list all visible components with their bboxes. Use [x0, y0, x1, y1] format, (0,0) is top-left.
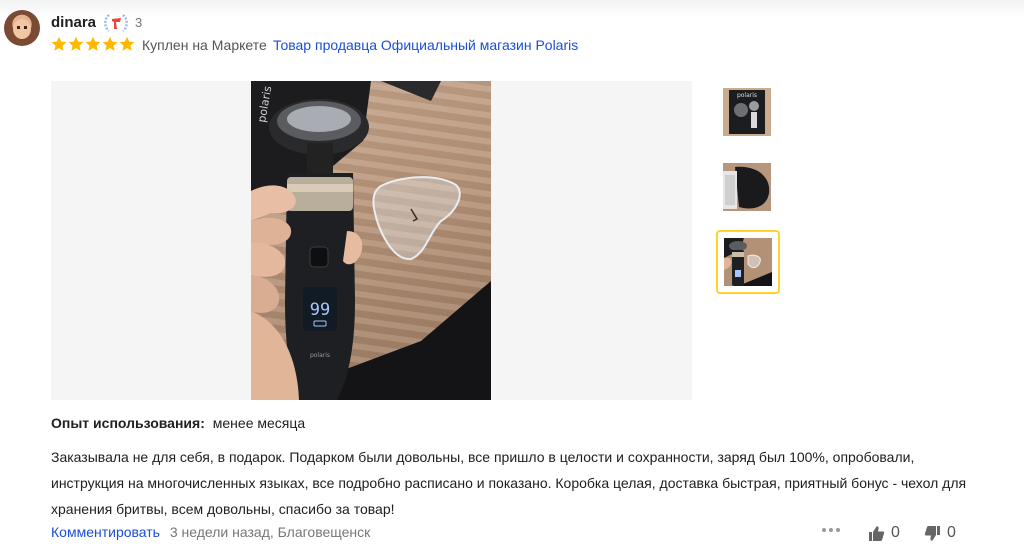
usage-experience: Опыт использования: менее месяца: [51, 415, 305, 431]
like-button[interactable]: 0: [868, 524, 900, 542]
experience-label: Опыт использования:: [51, 415, 205, 431]
dot: [829, 528, 833, 532]
like-count: 0: [891, 524, 900, 541]
review-footer: Комментировать 3 недели назад, Благовеще…: [51, 524, 370, 540]
thumb-box-photo[interactable]: polaris: [723, 88, 771, 136]
thumb-case-drawing: [723, 163, 771, 211]
main-photo[interactable]: 99 polaris polaris: [251, 81, 491, 400]
seller-link[interactable]: Товар продавца Официальный магазин Polar…: [273, 37, 578, 53]
thumb-box-drawing: polaris: [723, 88, 771, 136]
laurel-badge-icon[interactable]: [101, 12, 131, 34]
svg-text:polaris: polaris: [737, 92, 757, 99]
thumb-shaver-drawing: [724, 238, 772, 286]
badge-count: 3: [135, 15, 143, 30]
star-icon: [119, 36, 135, 51]
star-icon: [68, 36, 84, 51]
dot: [822, 528, 826, 532]
dislike-count: 0: [947, 524, 956, 541]
top-shadow: [0, 0, 1024, 18]
review-meta: 3 недели назад, Благовещенск: [169, 524, 371, 540]
thumbs-up-icon: [869, 525, 885, 541]
thumb-shaver-photo[interactable]: [716, 230, 780, 294]
shaver-photo-drawing: 99 polaris polaris: [251, 81, 491, 400]
avatar-eyes: [17, 26, 27, 29]
photo-gallery: 99 polaris polaris: [51, 81, 692, 400]
svg-text:polaris: polaris: [310, 352, 330, 359]
thumb-case-photo[interactable]: [723, 163, 771, 211]
more-options-icon[interactable]: [822, 528, 840, 532]
thumbs-down-icon: [924, 525, 940, 541]
star-icon: [51, 36, 67, 51]
avatar-face: [13, 19, 31, 39]
dislike-button[interactable]: 0: [924, 524, 956, 542]
author-name[interactable]: dinara: [51, 14, 96, 31]
star-icon: [85, 36, 101, 51]
dot: [836, 528, 840, 532]
bought-label: Куплен на Маркете: [142, 37, 267, 53]
avatar[interactable]: [4, 10, 40, 46]
rating-stars: [51, 36, 135, 54]
shaver-display-digits: 99: [310, 300, 330, 320]
comment-link[interactable]: Комментировать: [51, 524, 160, 540]
review-text: Заказывала не для себя, в подарок. Подар…: [51, 449, 967, 517]
star-icon: [102, 36, 118, 51]
experience-value: менее месяца: [212, 415, 306, 431]
